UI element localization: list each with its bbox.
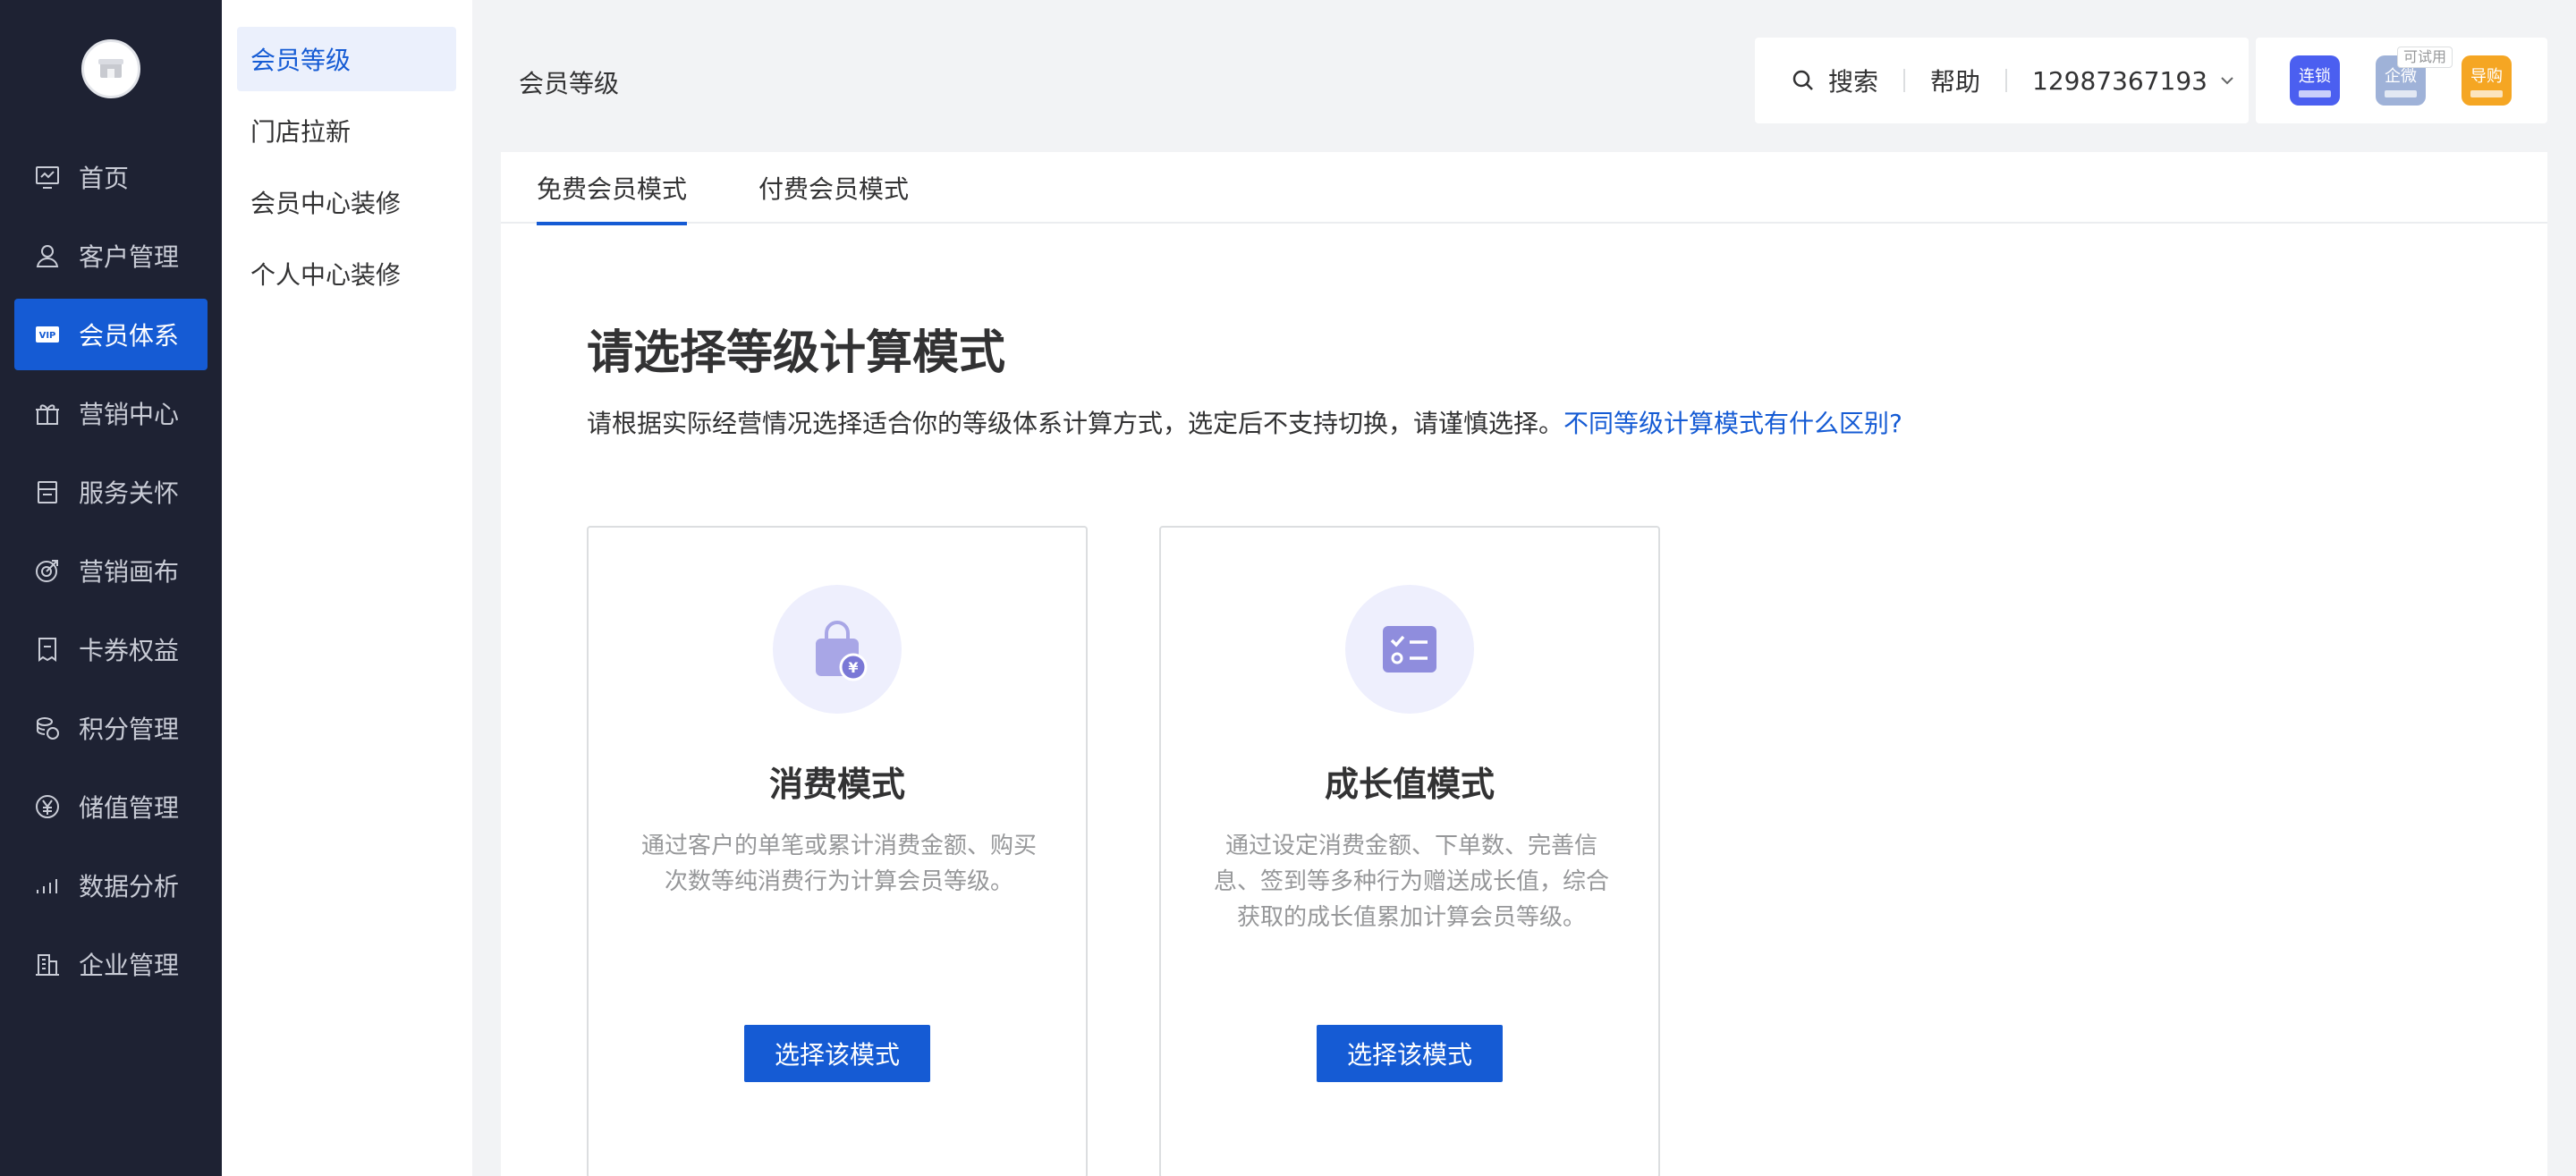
vip-icon: VIP [32, 319, 63, 350]
tab-bar: 免费会员模式 付费会员模式 [501, 152, 2547, 225]
sidebar-item-home[interactable]: 首页 [14, 141, 208, 213]
sidebar-item-label: 营销画布 [79, 557, 180, 587]
sidebar-item-marketing[interactable]: 营销中心 [14, 377, 208, 449]
wecom-icon [2385, 90, 2417, 97]
store-icon [98, 59, 123, 78]
account-number: 12987367193 [2032, 65, 2207, 96]
sidebar-item-label: 服务关怀 [79, 478, 180, 508]
search-button[interactable]: 搜索 [1791, 63, 1878, 98]
sidebar-item-label: 企业管理 [79, 951, 180, 980]
help-link[interactable]: 帮助 [1930, 63, 1980, 98]
sidebar-item-label: 首页 [79, 164, 130, 193]
sidebar-item-points[interactable]: 积分管理 [14, 692, 208, 764]
sidebar-item-stored-value[interactable]: 储值管理 [14, 771, 208, 842]
description-text: 请根据实际经营情况选择适合你的等级体系计算方式，选定后不支持切换，请谨慎选择。 [587, 409, 1564, 438]
app-guide-button[interactable]: 导购 [2462, 55, 2512, 106]
sidebar-item-coupons[interactable]: 卡券权益 [14, 613, 208, 685]
mode-title: 消费模式 [768, 765, 905, 804]
app-shortcuts: 连锁 企微 可试用 导购 [2256, 38, 2547, 123]
tab-free-membership[interactable]: 免费会员模式 [537, 170, 688, 225]
tab-paid-membership[interactable]: 付费会员模式 [758, 170, 909, 224]
chain-icon [2299, 90, 2331, 97]
select-consumption-mode-button[interactable]: 选择该模式 [744, 1025, 930, 1082]
subnav-item-personal-center-design[interactable]: 个人中心装修 [237, 241, 456, 306]
section-heading: 请选择等级计算模式 [587, 326, 1006, 380]
account-dropdown[interactable]: 12987367193 [2032, 66, 2236, 96]
page-title: 会员等级 [519, 69, 620, 98]
top-bar: 搜索 帮助 12987367193 [1755, 38, 2249, 123]
sidebar-item-label: 积分管理 [79, 715, 180, 744]
mode-card-growth: 成长值模式 通过设定消费金额、下单数、完善信息、签到等多种行为赠送成长值，综合获… [1159, 526, 1660, 1176]
coins-icon [32, 713, 63, 743]
chevron-down-icon [2221, 77, 2233, 85]
subnav-item-store-acquisition[interactable]: 门店拉新 [237, 98, 456, 163]
mode-description: 通过设定消费金额、下单数、完善信息、签到等多种行为赠送成长值，综合获取的成长值累… [1213, 833, 1609, 931]
gift-icon [32, 398, 63, 428]
coupon-icon [32, 634, 63, 664]
sidebar-item-canvas[interactable]: 营销画布 [14, 535, 208, 606]
secondary-nav: 会员等级 门店拉新 会员中心装修 个人中心装修 [222, 0, 472, 1176]
sidebar-item-label: 卡券权益 [79, 636, 180, 665]
user-icon [32, 241, 63, 271]
sidebar-item-label: 数据分析 [79, 872, 180, 901]
divider [1903, 69, 1906, 92]
mode-description: 通过客户的单笔或累计消费金额、购买次数等纯消费行为计算会员等级。 [640, 833, 1037, 895]
sidebar-item-label: 储值管理 [79, 793, 180, 823]
app-chain-label: 连锁 [2299, 67, 2331, 86]
building-icon [32, 949, 63, 979]
sidebar-item-label: 会员体系 [79, 321, 180, 351]
main-content: 免费会员模式 付费会员模式 请选择等级计算模式 请根据实际经营情况选择适合你的等… [501, 152, 2547, 1176]
app-guide-label: 导购 [2470, 67, 2503, 86]
section-description: 请根据实际经营情况选择适合你的等级体系计算方式，选定后不支持切换，请谨慎选择。不… [587, 404, 1902, 440]
app-chain-button[interactable]: 连锁 [2290, 55, 2340, 106]
sidebar-item-label: 客户管理 [79, 242, 180, 272]
search-icon [1792, 70, 1813, 90]
mode-title: 成长值模式 [1324, 765, 1495, 804]
subnav-item-member-level[interactable]: 会员等级 [237, 27, 456, 91]
shopping-bag-icon: ¥ [816, 621, 868, 681]
dashboard-icon [32, 162, 63, 192]
sidebar-item-membership[interactable]: VIP 会员体系 [14, 299, 208, 370]
sidebar-item-analytics[interactable]: 数据分析 [14, 850, 208, 921]
subnav-item-member-center-design[interactable]: 会员中心装修 [237, 170, 456, 234]
mode-card-consumption: ¥ 消费模式 通过客户的单笔或累计消费金额、购买次数等纯消费行为计算会员等级。 … [587, 526, 1088, 1176]
sidebar-item-label: 营销中心 [79, 400, 180, 429]
store-logo[interactable] [81, 39, 140, 98]
yuan-icon [32, 791, 63, 822]
sidebar-item-service[interactable]: 服务关怀 [14, 456, 208, 528]
service-icon [32, 477, 63, 507]
trial-badge: 可试用 [2397, 47, 2453, 68]
svg-text:¥: ¥ [848, 659, 858, 676]
guide-icon [2470, 90, 2503, 97]
svg-text:VIP: VIP [39, 331, 56, 341]
sidebar-item-customers[interactable]: 客户管理 [14, 220, 208, 292]
icon-circle [1345, 585, 1474, 714]
checklist-icon [1383, 626, 1436, 673]
sidebar-item-enterprise[interactable]: 企业管理 [14, 928, 208, 1000]
target-icon [32, 555, 63, 586]
icon-circle: ¥ [773, 585, 902, 714]
search-label: 搜索 [1828, 67, 1879, 97]
main-sidebar: 首页 客户管理 VIP 会员体系 营销中心 服务关怀 营销画布 卡券权益 积分管… [0, 0, 222, 1176]
chart-icon [32, 870, 63, 901]
select-growth-mode-button[interactable]: 选择该模式 [1317, 1025, 1503, 1082]
mode-difference-link[interactable]: 不同等级计算模式有什么区别? [1563, 409, 1902, 438]
divider [2005, 69, 2008, 92]
